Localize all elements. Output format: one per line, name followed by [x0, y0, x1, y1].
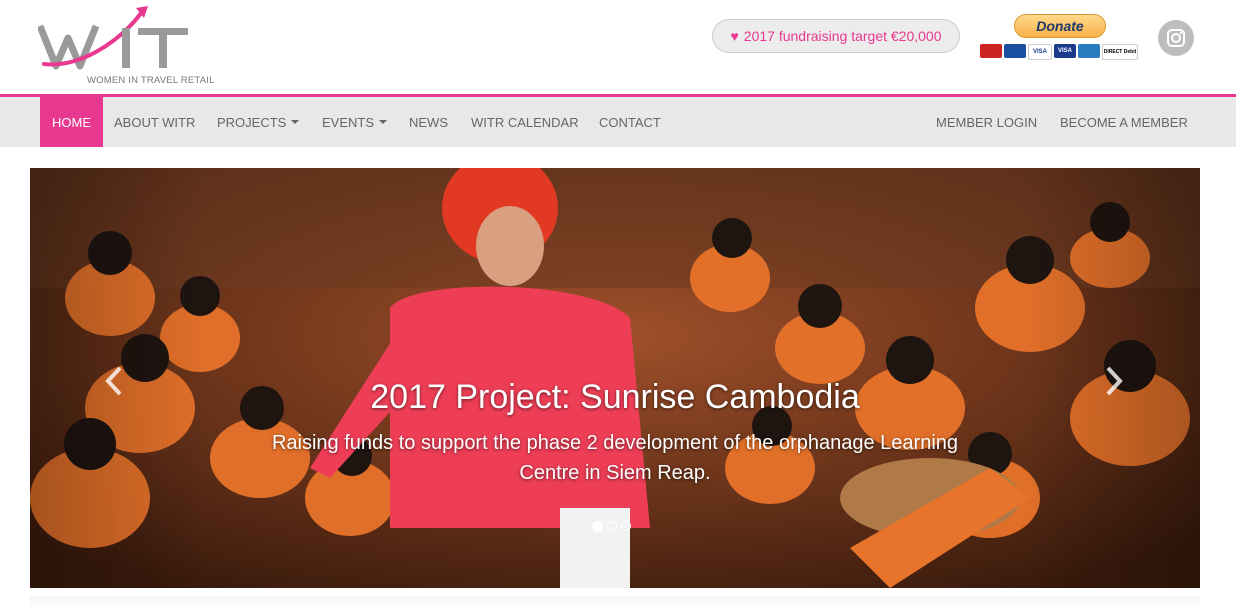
- witr-logo[interactable]: WOMEN IN TRAVEL RETAIL: [38, 4, 214, 88]
- caret-down-icon: [379, 120, 388, 124]
- visa-electron-icon: VISA: [1054, 44, 1076, 58]
- slide-text: Raising funds to support the phase 2 dev…: [271, 432, 959, 484]
- nav-member-login[interactable]: MEMBER LOGIN: [936, 97, 1037, 147]
- direct-debit-icon: DIRECT Debit: [1102, 44, 1138, 60]
- nav-contact[interactable]: CONTACT: [599, 97, 661, 147]
- payment-cards: VISA VISA DIRECT Debit: [980, 44, 1138, 60]
- logo-tagline: WOMEN IN TRAVEL RETAIL: [87, 75, 215, 86]
- instagram-icon[interactable]: [1158, 20, 1194, 56]
- carousel-indicators: [592, 521, 631, 532]
- donate-button[interactable]: Donate: [1014, 14, 1106, 38]
- paypal-donate[interactable]: Donate VISA VISA DIRECT Debit: [978, 12, 1144, 64]
- chevron-right-icon[interactable]: [1102, 364, 1126, 398]
- nav-become-a-member[interactable]: BECOME A MEMBER: [1060, 97, 1188, 147]
- mastercard-icon: [980, 44, 1002, 58]
- amex-icon: [1078, 44, 1100, 58]
- caret-down-icon: [291, 120, 300, 124]
- nav-projects-label: PROJECTS: [217, 114, 287, 130]
- nav-about-witr[interactable]: ABOUT WITR: [114, 97, 195, 147]
- carousel-indicator-3[interactable]: [621, 521, 631, 531]
- chevron-left-icon[interactable]: [102, 364, 126, 398]
- fundraising-target-text: 2017 fundraising target €20,000: [743, 28, 942, 44]
- slide-title: 2017 Project: Sunrise Cambodia: [370, 378, 860, 416]
- carousel-indicator-2[interactable]: [607, 521, 617, 531]
- fundraising-target-badge[interactable]: ♥ 2017 fundraising target €20,000: [712, 19, 960, 53]
- site-header: WOMEN IN TRAVEL RETAIL ♥ 2017 fundraisin…: [0, 0, 1236, 94]
- nav-witr-calendar[interactable]: WITR CALENDAR: [471, 97, 579, 147]
- carousel-shadow: [30, 596, 1200, 608]
- carousel-indicator-1[interactable]: [592, 521, 603, 532]
- nav-home[interactable]: HOME: [40, 97, 103, 147]
- heart-icon: ♥: [730, 28, 739, 44]
- maestro-icon: [1004, 44, 1026, 58]
- hero-carousel[interactable]: 2017 Project: Sunrise Cambodia Raising f…: [30, 168, 1200, 588]
- nav-news[interactable]: NEWS: [409, 97, 448, 147]
- nav-events-label: EVENTS: [322, 114, 375, 130]
- visa-icon: VISA: [1028, 44, 1052, 60]
- main-nav: HOME ABOUT WITR PROJECTS EVENTS NEWS WIT…: [0, 97, 1236, 147]
- nav-projects[interactable]: PROJECTS: [217, 97, 300, 147]
- nav-events[interactable]: EVENTS: [322, 97, 388, 147]
